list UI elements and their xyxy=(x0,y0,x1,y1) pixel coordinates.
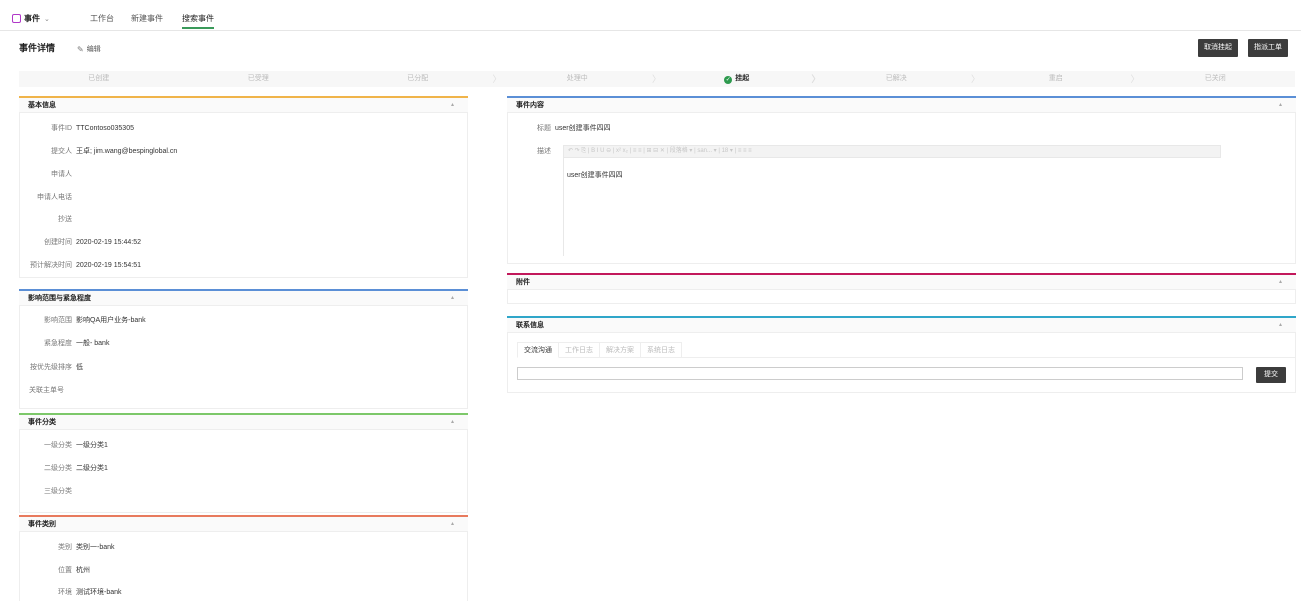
content-title: 事件内容 xyxy=(516,102,544,109)
tab-workbench[interactable]: 工作台 xyxy=(90,13,114,24)
field-cc: 抄送 xyxy=(58,216,72,223)
collapse-icon[interactable]: ▴ xyxy=(451,517,454,532)
field-description-label: 描述 xyxy=(537,148,551,155)
editor-toolbar[interactable]: ↶ ↷ ⎘ | B I U ⊖ | x² x₂ | ≡ ≡ | ⊞ ⊟ ✕ | … xyxy=(563,145,1221,158)
pencil-icon: ✎ xyxy=(77,44,84,54)
field-category-l3: 三级分类 xyxy=(44,488,72,495)
field-type: 类别 类别一-bank xyxy=(58,544,115,551)
submit-button[interactable]: 提交 xyxy=(1256,367,1286,383)
tab-communication[interactable]: 交流沟通 xyxy=(517,342,559,358)
event-type-header[interactable]: 事件类别 ▴ xyxy=(19,517,468,532)
category-header[interactable]: 事件分类 ▴ xyxy=(19,415,468,430)
collapse-icon[interactable]: ▴ xyxy=(1279,318,1282,333)
attachments-header[interactable]: 附件 ▴ xyxy=(507,275,1296,290)
field-created-time: 创建时间 2020-02-19 15:44:52 xyxy=(44,239,141,246)
impact-title: 影响范围与紧急程度 xyxy=(28,295,91,302)
collapse-icon[interactable]: ▴ xyxy=(1279,275,1282,290)
app-grid-icon xyxy=(12,14,21,23)
chevron-down-icon: ⌄ xyxy=(44,15,50,23)
step-accepted: 已受理 xyxy=(247,75,269,82)
field-impact-scope: 影响范围 影响QA用户业务-bank xyxy=(44,317,146,324)
field-applicant: 申请人 xyxy=(51,171,72,178)
field-category-l2: 二级分类 二级分类1 xyxy=(44,465,108,472)
field-applicant-phone: 申请人电话 xyxy=(37,194,72,201)
step-on-hold-label: 挂起 xyxy=(735,75,750,82)
description-text: user创建事件四四 xyxy=(567,172,623,179)
comment-input[interactable] xyxy=(517,367,1243,380)
contact-title: 联系信息 xyxy=(516,322,544,329)
app-menu-label: 事件 xyxy=(24,14,40,23)
check-circle-icon: ✓ xyxy=(724,76,733,84)
field-urgency: 紧急程度 一般- bank xyxy=(44,340,110,347)
collapse-icon[interactable]: ▴ xyxy=(1279,98,1282,113)
collapse-icon[interactable]: ▴ xyxy=(451,98,454,113)
field-priority: 按优先级排序低 xyxy=(30,364,83,371)
category-title: 事件分类 xyxy=(28,419,56,426)
tab-system-log[interactable]: 系统日志 xyxy=(641,342,682,358)
dispatch-ticket-button[interactable]: 指派工单 xyxy=(1248,39,1288,57)
page-title: 事件详情 xyxy=(19,43,56,53)
event-type-title: 事件类别 xyxy=(28,521,56,528)
field-subject: 标题 user创建事件四四 xyxy=(537,125,611,132)
field-submitter: 提交人 王卓; jim.wang@bespinglobal.cn xyxy=(51,148,178,155)
step-resolved: 已解决 xyxy=(817,71,980,87)
tab-search-event[interactable]: 搜索事件 xyxy=(182,13,214,29)
field-linked-ticket: 关联主单号 xyxy=(29,387,64,394)
field-environment: 环境 测试环境-bank xyxy=(58,589,122,596)
content-header[interactable]: 事件内容 ▴ xyxy=(507,98,1296,113)
basic-info-title: 基本信息 xyxy=(28,102,56,109)
field-category-l1: 一级分类 一级分类1 xyxy=(44,442,108,449)
app-menu[interactable]: 事件 ⌄ xyxy=(12,13,50,24)
edit-link[interactable]: ✎ 编辑 xyxy=(77,44,101,54)
collapse-icon[interactable]: ▴ xyxy=(451,291,454,306)
tab-work-log[interactable]: 工作日志 xyxy=(559,342,600,358)
status-steps: 已创建 已受理 已分配 处理中 ✓挂起 已解决 重启 已关闭 xyxy=(19,71,1295,87)
collapse-icon[interactable]: ▴ xyxy=(451,415,454,430)
contact-header[interactable]: 联系信息 ▴ xyxy=(507,318,1296,333)
step-assigned: 已分配 xyxy=(338,71,501,87)
step-processing: 处理中 xyxy=(498,71,661,87)
field-event-id: 事件ID TTContoso035305 xyxy=(51,125,134,132)
impact-header[interactable]: 影响范围与紧急程度 ▴ xyxy=(19,291,468,306)
top-nav: 事件 ⌄ 工作台 新建事件 搜索事件 xyxy=(0,0,1301,31)
tab-solution[interactable]: 解决方案 xyxy=(600,342,641,358)
edit-label: 编辑 xyxy=(86,46,101,53)
step-reopened: 重启 xyxy=(976,71,1139,87)
step-on-hold: ✓ 挂起 xyxy=(657,71,820,87)
field-expected-resolve-time: 预计解决时间 2020-02-19 15:54:51 xyxy=(30,262,141,269)
description-editor[interactable] xyxy=(563,158,1221,256)
step-closed: 已关闭 xyxy=(1204,75,1226,82)
cancel-hold-button[interactable]: 取消挂起 xyxy=(1198,39,1238,57)
step-created: 已创建 xyxy=(88,75,110,82)
field-location: 位置 杭州 xyxy=(58,567,90,574)
impact-panel: 影响范围与紧急程度 ▴ xyxy=(19,289,468,409)
basic-info-header[interactable]: 基本信息 ▴ xyxy=(19,98,468,113)
attachments-title: 附件 xyxy=(516,279,530,286)
attachments-panel: 附件 ▴ xyxy=(507,273,1296,304)
tab-new-event[interactable]: 新建事件 xyxy=(131,13,163,24)
contact-tabs: 交流沟通 工作日志 解决方案 系统日志 xyxy=(517,342,682,358)
